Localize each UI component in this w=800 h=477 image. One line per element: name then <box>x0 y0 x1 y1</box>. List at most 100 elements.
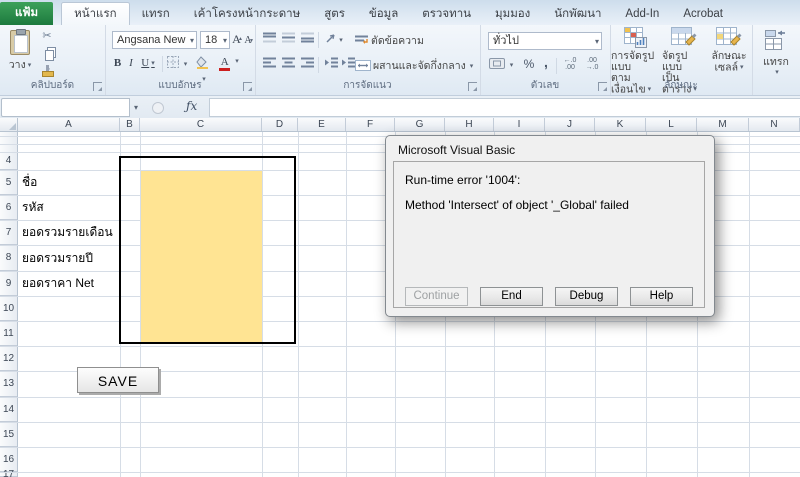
column-header-K[interactable]: K <box>595 118 646 131</box>
column-header-B[interactable]: B <box>120 118 140 131</box>
align-middle-icon <box>282 32 295 43</box>
cell-A8[interactable]: ยอดรวมรายปี <box>22 245 93 271</box>
cell-A7[interactable]: ยอดรวมรายเดือน <box>22 220 113 245</box>
increase-decimal-icon: ←.0.00 <box>564 57 577 71</box>
align-middle-button[interactable] <box>279 32 297 47</box>
italic-button[interactable]: I <box>125 56 137 71</box>
wrap-text-icon <box>355 35 369 46</box>
insert-function-icon[interactable]: ƒx <box>186 99 197 113</box>
accounting-format-button[interactable] <box>488 58 514 73</box>
shrink-font-button[interactable]: A▼ <box>243 34 253 49</box>
select-all-corner[interactable] <box>0 118 18 132</box>
font-color-button[interactable]: A <box>218 55 240 70</box>
align-left-button[interactable] <box>260 57 278 72</box>
column-header-M[interactable]: M <box>697 118 749 131</box>
dialog-button-help[interactable]: Help <box>630 287 693 306</box>
borders-button[interactable] <box>166 56 188 71</box>
dialog-button-end[interactable]: End <box>480 287 543 306</box>
column-header-F[interactable]: F <box>346 118 395 131</box>
ribbon: วาง ✂ คลิปบอร์ด Angsana New▾ 18▾ A▲ A▼ B… <box>0 25 800 96</box>
cut-button[interactable]: ✂ <box>38 29 56 44</box>
group-label-alignment: การจัดแนว <box>255 78 480 93</box>
font-name-combo[interactable]: Angsana New▾ <box>112 31 197 49</box>
dialog-message-panel: Run-time error '1004': Method 'Intersect… <box>393 161 705 308</box>
column-header-D[interactable]: D <box>262 118 298 131</box>
paste-icon <box>10 29 30 54</box>
save-button[interactable]: SAVE <box>77 367 159 393</box>
name-box[interactable] <box>1 98 130 117</box>
wrap-text-button[interactable]: ตัดข้อความ <box>355 32 424 49</box>
error-description-text: Method 'Intersect' of object '_Global' f… <box>405 198 629 212</box>
dialog-button-debug[interactable]: Debug <box>555 287 618 306</box>
ribbon-group-alignment: ตัดข้อความ ผสานและจัดกึ่งกลาง การจัดแนว <box>255 25 481 95</box>
cell-styles-button[interactable]: ลักษณะ เซลล์ <box>708 27 750 73</box>
borders-icon <box>167 56 179 68</box>
column-header-E[interactable]: E <box>298 118 346 131</box>
font-size-combo[interactable]: 18▾ <box>200 31 230 49</box>
group-label-font: แบบอักษร <box>105 78 255 93</box>
cell-A5[interactable]: ชื่อ <box>22 170 37 195</box>
paste-button[interactable]: วาง <box>5 29 35 73</box>
cancel-entry-icon <box>152 102 164 114</box>
column-header-C[interactable]: C <box>140 118 262 131</box>
tab-formulas[interactable]: สูตร <box>312 3 357 25</box>
tab-view[interactable]: มุมมอง <box>483 3 542 25</box>
copy-icon <box>41 47 54 60</box>
align-bottom-button[interactable] <box>298 32 316 47</box>
cell-A9[interactable]: ยอดราคา Net <box>22 271 94 296</box>
align-center-button[interactable] <box>279 57 297 72</box>
column-header-N[interactable]: N <box>749 118 800 131</box>
underline-button[interactable]: U <box>138 56 158 71</box>
vb-error-dialog: Microsoft Visual Basic Run-time error '1… <box>385 135 715 317</box>
column-header-L[interactable]: L <box>646 118 697 131</box>
bold-button[interactable]: B <box>111 56 124 71</box>
column-header-A[interactable]: A <box>18 118 120 131</box>
column-header-H[interactable]: H <box>445 118 494 131</box>
accounting-icon <box>489 58 505 69</box>
fill-color-button[interactable] <box>192 56 214 71</box>
number-dialog-launcher-icon[interactable] <box>598 82 607 91</box>
tab-home[interactable]: หน้าแรก <box>61 2 129 25</box>
tab-file[interactable]: แฟ้ม <box>0 2 53 25</box>
format-as-table-icon <box>671 27 697 49</box>
clipboard-dialog-launcher-icon[interactable] <box>93 82 102 91</box>
decrease-indent-button[interactable] <box>322 57 340 72</box>
percent-style-button[interactable]: % <box>520 57 538 72</box>
number-format-value: ทั่วไป <box>493 35 519 47</box>
paste-label: วาง <box>9 56 31 73</box>
tab-review[interactable]: ตรวจทาน <box>410 3 483 25</box>
grow-font-button[interactable]: A▲ <box>231 32 242 47</box>
name-box-dropdown-icon[interactable]: ▾ <box>129 98 143 117</box>
font-name-value: Angsana New <box>117 34 186 46</box>
column-header-I[interactable]: I <box>494 118 545 131</box>
insert-cells-button[interactable]: แทรก <box>756 30 796 76</box>
tab-data[interactable]: ข้อมูล <box>357 3 410 25</box>
column-header-G[interactable]: G <box>395 118 445 131</box>
align-right-button[interactable] <box>298 57 316 72</box>
decrease-decimal-button[interactable]: .00→.0 <box>582 57 602 72</box>
conditional-formatting-label-1: การจัดรูปแบบ <box>611 51 659 73</box>
tab-page-layout[interactable]: เค้าโครงหน้ากระดาษ <box>182 3 312 25</box>
formula-bar: ▾ ƒx <box>0 96 800 119</box>
column-header-J[interactable]: J <box>545 118 595 131</box>
tab-acrobat[interactable]: Acrobat <box>671 3 735 25</box>
cell-styles-icon <box>716 27 742 49</box>
align-top-button[interactable] <box>260 32 278 47</box>
tab-add-in[interactable]: Add-In <box>613 3 671 25</box>
format-painter-icon <box>41 65 54 77</box>
font-dialog-launcher-icon[interactable] <box>243 82 252 91</box>
merge-center-button[interactable]: ผสานและจัดกึ่งกลาง <box>355 57 473 74</box>
alignment-dialog-launcher-icon[interactable] <box>468 82 477 91</box>
increase-decimal-button[interactable]: ←.0.00 <box>560 57 580 72</box>
orientation-button[interactable] <box>322 32 346 47</box>
tab-insert[interactable]: แทรก <box>130 3 182 25</box>
font-color-icon: A <box>219 57 230 71</box>
number-format-combo[interactable]: ทั่วไป▾ <box>488 32 602 50</box>
comma-style-button[interactable]: , <box>537 55 555 70</box>
tab-developer[interactable]: นักพัฒนา <box>542 3 613 25</box>
ribbon-group-styles: การจัดรูปแบบ ตามเงื่อนไข จัดรูปแบบ เป็นต… <box>610 25 753 95</box>
formula-input[interactable] <box>209 98 800 117</box>
format-as-table-label-1: จัดรูปแบบ <box>662 51 706 73</box>
copy-button[interactable] <box>38 47 56 62</box>
cell-A6[interactable]: รหัส <box>22 195 44 220</box>
